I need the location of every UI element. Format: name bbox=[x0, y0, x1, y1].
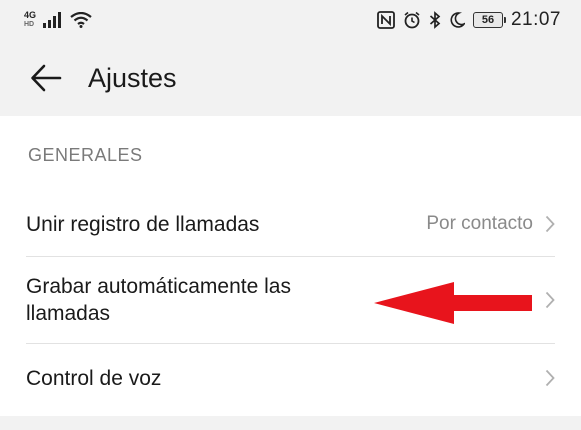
network-type: 4G HD bbox=[24, 11, 36, 29]
chevron-right-icon bbox=[545, 369, 555, 387]
settings-panel: GENERALES Unir registro de llamadas Por … bbox=[0, 116, 581, 416]
bottom-strip bbox=[0, 416, 581, 430]
signal-icon bbox=[43, 12, 62, 28]
settings-item-right: Por contacto bbox=[426, 213, 555, 235]
section-header: GENERALES bbox=[28, 145, 143, 165]
page-title: Ajustes bbox=[88, 62, 177, 93]
settings-item-label: Unir registro de llamadas bbox=[26, 212, 260, 236]
status-bar: 4G HD 56 21:07 bbox=[0, 0, 581, 40]
settings-item-right bbox=[545, 291, 555, 309]
status-left: 4G HD bbox=[24, 11, 92, 29]
network-type-bottom: HD bbox=[24, 21, 35, 28]
settings-item-label: Control de voz bbox=[26, 366, 162, 390]
bluetooth-icon bbox=[429, 11, 441, 29]
status-time: 21:07 bbox=[510, 9, 561, 30]
annotation-arrow-icon bbox=[374, 282, 532, 324]
back-button[interactable] bbox=[26, 58, 66, 98]
chevron-right-icon bbox=[545, 291, 555, 309]
chevron-right-icon bbox=[545, 215, 555, 233]
settings-item-voice-control[interactable]: Control de voz bbox=[26, 344, 555, 412]
wifi-icon bbox=[70, 12, 92, 28]
app-bar: Ajustes bbox=[0, 40, 581, 116]
settings-item-value: Por contacto bbox=[426, 213, 533, 234]
battery-level: 56 bbox=[481, 14, 495, 26]
settings-item-merge-call-log[interactable]: Unir registro de llamadas Por contacto bbox=[26, 192, 555, 256]
nfc-icon bbox=[377, 11, 395, 29]
settings-item-right bbox=[545, 369, 555, 387]
status-right: 56 21:07 bbox=[377, 9, 561, 31]
moon-icon bbox=[450, 12, 465, 28]
network-type-top: 4G bbox=[24, 10, 37, 20]
settings-item-label: Grabar automáticamente las llamadas bbox=[26, 275, 291, 325]
battery-icon: 56 bbox=[472, 12, 506, 28]
alarm-icon bbox=[404, 11, 420, 29]
back-arrow-icon bbox=[31, 64, 62, 92]
